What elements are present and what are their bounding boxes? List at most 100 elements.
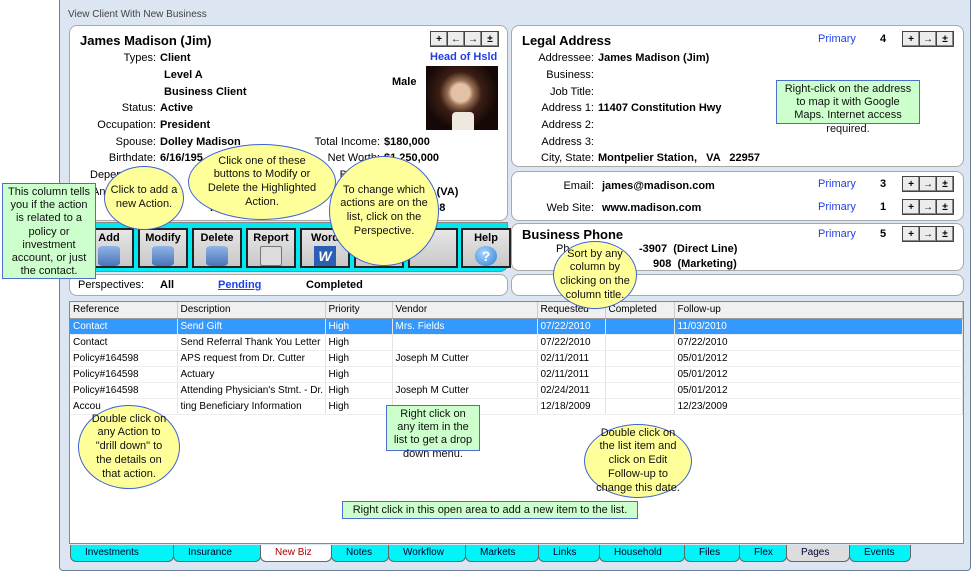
web-value[interactable]: www.madison.com bbox=[602, 202, 701, 214]
phone-primary-link[interactable]: Primary bbox=[818, 228, 856, 240]
phone-count: 5 bbox=[880, 228, 887, 240]
city-state-value: Montpelier Station, VA 22957 bbox=[598, 152, 760, 164]
address-count: 4 bbox=[880, 33, 887, 45]
prev-icon[interactable]: ← bbox=[447, 31, 465, 47]
help-button[interactable]: Help? bbox=[461, 228, 511, 268]
table-cell: Policy#164598 bbox=[70, 382, 178, 399]
table-cell bbox=[392, 366, 538, 383]
address-primary-link[interactable]: Primary bbox=[818, 33, 856, 45]
expand-icon[interactable]: ± bbox=[936, 31, 954, 47]
report-button[interactable]: Report bbox=[246, 228, 296, 268]
addressee-label: Addressee: bbox=[538, 52, 594, 64]
email-web-panel: Email: james@madison.com Primary 3 + → ± … bbox=[511, 171, 964, 221]
next-icon[interactable]: → bbox=[919, 31, 937, 47]
column-header[interactable]: Description bbox=[177, 302, 326, 319]
tab-files[interactable]: Files bbox=[684, 545, 740, 562]
column-header[interactable]: Reference bbox=[70, 302, 178, 319]
perspective-pending[interactable]: Pending bbox=[218, 279, 261, 291]
table-row[interactable]: Contact Send Gift High Mrs. Fields 07/22/201… bbox=[70, 318, 963, 335]
types-label: Types: bbox=[123, 52, 156, 64]
phone-line-2: 908 (Marketing) bbox=[653, 258, 737, 270]
table-cell: 07/22/2010 bbox=[537, 318, 606, 335]
client-photo[interactable] bbox=[426, 66, 498, 130]
add-icon[interactable]: + bbox=[430, 31, 448, 47]
add-icon[interactable]: + bbox=[902, 176, 920, 192]
add-icon[interactable]: + bbox=[902, 226, 920, 242]
table-cell: Policy#164598 bbox=[70, 350, 178, 367]
tab-household[interactable]: Household bbox=[599, 545, 685, 562]
tab-new-biz[interactable]: New Biz bbox=[260, 545, 332, 562]
table-cell: High bbox=[325, 350, 393, 367]
addressee-value: James Madison (Jim) bbox=[598, 52, 710, 64]
total-income-value: $180,000 bbox=[384, 136, 430, 148]
tab-links[interactable]: Links bbox=[538, 545, 600, 562]
column-header[interactable]: Priority bbox=[325, 302, 393, 319]
phone-title: Business Phone bbox=[522, 227, 624, 242]
tab-pages[interactable]: Pages bbox=[786, 545, 850, 562]
actions-table: Reference Description Priority Vendor Reques… bbox=[70, 302, 963, 415]
next-icon[interactable]: → bbox=[464, 31, 482, 47]
web-count: 1 bbox=[880, 201, 887, 213]
phone-nav-buttons: + → ± bbox=[902, 226, 954, 242]
next-icon[interactable]: → bbox=[919, 226, 937, 242]
expand-icon[interactable]: ± bbox=[936, 176, 954, 192]
table-cell: 05/01/2012 bbox=[674, 350, 963, 367]
expand-icon[interactable]: ± bbox=[481, 31, 499, 47]
table-cell bbox=[605, 366, 675, 383]
tab-events[interactable]: Events bbox=[849, 545, 911, 562]
add-bubble: Click to add a new Action. bbox=[104, 166, 184, 230]
next-icon[interactable]: → bbox=[919, 176, 937, 192]
help-button-label: Help bbox=[474, 232, 498, 244]
column-header[interactable]: Follow-up bbox=[674, 302, 963, 319]
client-nav-buttons: + ← → ± bbox=[430, 31, 499, 47]
table-row[interactable]: Policy#164598 Attending Physician's Stmt.… bbox=[70, 382, 963, 399]
tab-flex[interactable]: Flex bbox=[739, 545, 787, 562]
expand-icon[interactable]: ± bbox=[936, 226, 954, 242]
address3-label: Address 3: bbox=[541, 136, 594, 148]
modify-bubble: Click one of these buttons to Modify or … bbox=[188, 144, 336, 220]
table-cell: APS request from Dr. Cutter bbox=[177, 350, 326, 367]
head-of-household-link[interactable]: Head of Hsld bbox=[430, 51, 497, 63]
word-icon: W bbox=[314, 246, 336, 266]
table-cell: 02/24/2011 bbox=[537, 382, 606, 399]
tab-markets[interactable]: Markets bbox=[465, 545, 539, 562]
email-value[interactable]: james@madison.com bbox=[602, 180, 715, 192]
add-icon[interactable]: + bbox=[902, 199, 920, 215]
next-icon[interactable]: → bbox=[919, 199, 937, 215]
tab-insurance[interactable]: Insurance bbox=[173, 545, 261, 562]
occupation-value: President bbox=[160, 119, 211, 131]
occupation-label: Occupation: bbox=[97, 119, 156, 131]
expand-icon[interactable]: ± bbox=[936, 199, 954, 215]
address1-label: Address 1: bbox=[541, 102, 594, 114]
perspective-all[interactable]: All bbox=[160, 279, 174, 291]
web-label: Web Site: bbox=[546, 202, 595, 214]
tab-investments[interactable]: Investments bbox=[70, 545, 174, 562]
table-row[interactable]: Policy#164598 APS request from Dr. Cutter… bbox=[70, 350, 963, 367]
table-cell: High bbox=[325, 382, 393, 399]
column-header[interactable]: Vendor bbox=[392, 302, 538, 319]
type-2: Level A bbox=[164, 69, 203, 81]
email-primary-link[interactable]: Primary bbox=[818, 178, 856, 190]
table-row[interactable]: Policy#164598 Actuary High 02/11/2011 05/01/… bbox=[70, 366, 963, 383]
birthdate-label: Birthdate: bbox=[108, 152, 156, 164]
tab-notes[interactable]: Notes bbox=[331, 545, 389, 562]
table-row[interactable]: Contact Send Referral Thank You Letter Hig… bbox=[70, 334, 963, 351]
table-cell bbox=[605, 334, 675, 351]
add-button-label: Add bbox=[98, 232, 120, 244]
table-row[interactable]: Accou ting Beneficiary Information High 12/… bbox=[70, 398, 963, 415]
perspective-completed[interactable]: Completed bbox=[306, 279, 363, 291]
drill-bubble: Double click on any Action to "drill dow… bbox=[78, 405, 180, 489]
tab-workflow[interactable]: Workflow bbox=[388, 545, 466, 562]
status-label: Status: bbox=[121, 102, 156, 114]
add-icon[interactable]: + bbox=[902, 31, 920, 47]
address2-label: Address 2: bbox=[541, 119, 594, 131]
modify-button[interactable]: Modify bbox=[138, 228, 188, 268]
address-nav-buttons: + → ± bbox=[902, 31, 954, 47]
table-cell bbox=[605, 382, 675, 399]
delete-button[interactable]: Delete bbox=[192, 228, 242, 268]
web-primary-link[interactable]: Primary bbox=[818, 201, 856, 213]
table-cell bbox=[605, 398, 675, 415]
table-cell: 11/03/2010 bbox=[674, 318, 963, 335]
table-cell: Contact bbox=[70, 334, 178, 351]
database-delete-icon bbox=[206, 246, 228, 266]
